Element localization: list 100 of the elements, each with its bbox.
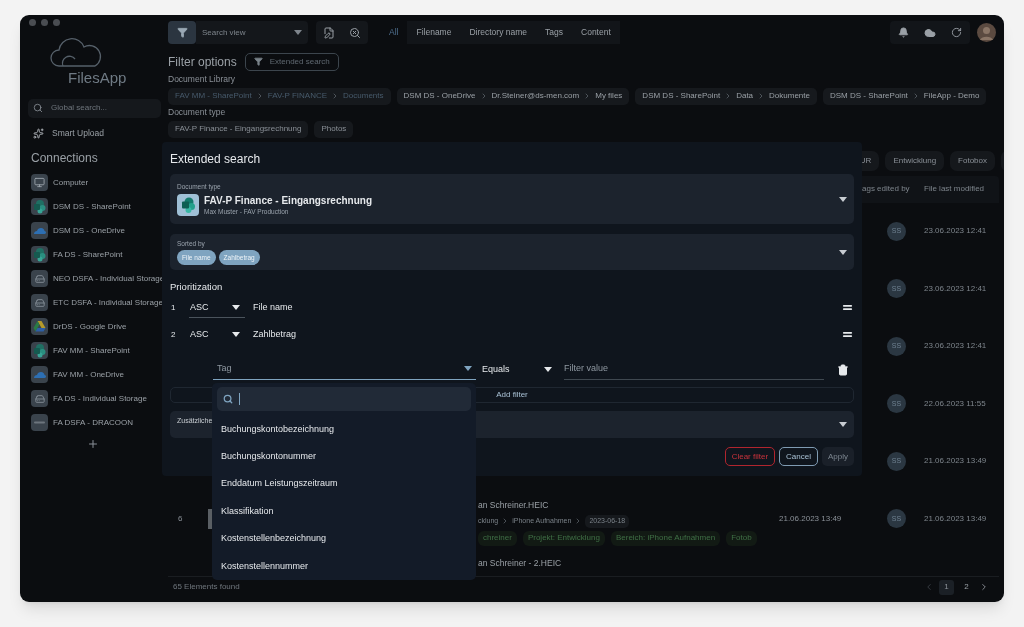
filter-icon [176, 27, 188, 38]
elements-count: 65 Elements found [172, 581, 240, 593]
trash-icon [837, 364, 849, 377]
sharepoint-icon [177, 193, 199, 216]
search-view-select[interactable]: Search view [196, 21, 308, 44]
caret-icon [839, 422, 847, 428]
connections-heading: Connections [30, 149, 99, 167]
connection-item[interactable]: FA DS - Individual Storage [28, 386, 161, 411]
drive-icon [31, 318, 48, 335]
order-select[interactable]: ASC [189, 297, 245, 318]
tag-chip[interactable]: Fotobox [950, 150, 995, 171]
connection-item[interactable]: DSM DS - OneDrive [28, 218, 161, 243]
page-button[interactable]: 1 [939, 579, 954, 595]
dialog-button[interactable]: Apply [822, 447, 854, 467]
storage-icon [31, 294, 48, 311]
tag-chip: Projekt: Entwicklung [522, 530, 605, 546]
column-header: ags edited by [862, 183, 911, 195]
modified-date: 23.06.2023 12:41 [924, 341, 987, 351]
filter-icon [253, 57, 263, 66]
connection-item[interactable]: FAV MM - OneDrive [28, 362, 161, 387]
library-chip[interactable]: DSM DS - SharePoint Data Dokumente [635, 87, 817, 105]
previous-page-icon [924, 582, 934, 592]
cloud-button[interactable] [924, 26, 936, 39]
storage-icon [31, 270, 48, 287]
caret-icon [232, 304, 240, 310]
brand-name: FilesApp [68, 68, 128, 88]
dropdown-option[interactable]: Kostenstellenbezeichnung [217, 525, 471, 553]
save-view-button[interactable] [323, 26, 335, 39]
library-chip[interactable]: DSM DS - OneDrive Dr.Steiner@ds-men.com My files [396, 87, 630, 105]
document-type-value: FAV-P Finance - Eingangsrechnung [204, 193, 372, 207]
prioritization-heading: Prioritization [170, 280, 224, 294]
extended-search-button[interactable]: Extended search [244, 52, 339, 71]
modified-date: 22.06.2023 11:55 [924, 398, 986, 408]
dropdown-option[interactable]: Buchungskontonummer [217, 443, 471, 471]
caret-icon [294, 30, 302, 35]
filter-value-field[interactable]: Filter value [564, 358, 824, 381]
dialog-title: Extended search [170, 151, 262, 167]
notifications-button[interactable] [897, 27, 909, 38]
avatar[interactable] [977, 23, 996, 42]
dropdown-search-field[interactable] [217, 387, 471, 411]
connection-item[interactable]: NEO DSFA - Individual Storage [28, 266, 161, 291]
file-name: an Schreiner.HEIC [478, 499, 550, 512]
filter-field-select[interactable]: Tag [213, 358, 476, 381]
created-date: 21.06.2023 13:49 [779, 513, 842, 523]
operator-select[interactable]: Equals [482, 358, 558, 381]
column-header: File last modified [924, 183, 985, 195]
priority-number: 1 [170, 301, 177, 314]
cloud-icon [31, 366, 48, 383]
search-tab[interactable]: Content [572, 21, 620, 44]
connection-item[interactable]: DSM DS - SharePoint [28, 194, 161, 219]
order-select[interactable]: ASC [189, 324, 245, 345]
sharepoint-icon [31, 246, 48, 263]
connection-item[interactable]: FA DSFA - DRACOON [28, 410, 161, 435]
search-x-icon [349, 26, 361, 39]
connection-item[interactable]: FA DS - SharePoint [28, 242, 161, 267]
search-icon [33, 103, 43, 113]
connection-item[interactable]: Computer [28, 170, 161, 195]
dropdown-option[interactable]: Enddatum Leistungszeitraum [217, 470, 471, 498]
modified-date: 21.06.2023 13:49 [924, 513, 987, 523]
connection-item[interactable]: ETC DSFA - Individual Storage [28, 290, 161, 315]
priority-field: File name [253, 301, 293, 315]
dropdown-option[interactable]: Klassifikation [217, 497, 471, 526]
cloud-icon [924, 26, 936, 39]
dialog-button[interactable]: Cancel [779, 447, 818, 467]
search-tab[interactable]: Directory name [460, 21, 537, 44]
type-chip[interactable]: Photos [314, 120, 354, 138]
storage-icon [31, 390, 48, 407]
search-tab[interactable]: Filename [407, 21, 461, 44]
library-label: Document Library [168, 73, 237, 86]
page-button[interactable]: 2 [959, 579, 974, 595]
library-chip[interactable]: DSM DS - SharePoint FileApp - Demo [823, 87, 987, 105]
tag-chip: Bereich: iPhone Aufnahmen [610, 530, 721, 546]
caret-icon [544, 366, 552, 372]
caret-icon [464, 366, 472, 372]
tag-chip[interactable]: Entwicklung [885, 150, 945, 171]
priority-number: 2 [170, 328, 177, 341]
filter-options-title: Filter options [168, 53, 237, 71]
global-search-field[interactable]: Global search... [28, 98, 161, 118]
smart-upload-button[interactable]: Smart Upload [28, 124, 161, 143]
search-tab[interactable]: Tags [536, 21, 573, 44]
connection-item[interactable]: FAV MM - SharePoint [28, 338, 161, 363]
clear-search-button[interactable] [349, 26, 361, 39]
save-icon [323, 26, 335, 39]
search-icon [223, 393, 233, 404]
search-tab[interactable]: All [380, 21, 408, 44]
sharepoint-icon [31, 342, 48, 359]
filter-button[interactable] [168, 21, 196, 44]
dropdown-option[interactable]: Kostenstellennummer [217, 552, 471, 580]
type-chip[interactable]: FAV-P Finance - Eingangsrechnung [168, 120, 309, 138]
connection-item[interactable]: DrDS - Google Drive [28, 314, 161, 339]
tag-chip: chreiner [478, 530, 517, 546]
priority-field: Zahlbetrag [253, 328, 297, 342]
monitor-icon [31, 174, 48, 191]
add-icon [87, 437, 99, 450]
storage-icon [31, 414, 48, 431]
bell-icon [897, 27, 909, 38]
refresh-button[interactable] [951, 27, 963, 38]
modified-date: 21.06.2023 13:49 [924, 456, 987, 466]
dialog-button[interactable]: Clear filter [724, 447, 776, 467]
refresh-icon [951, 27, 963, 38]
